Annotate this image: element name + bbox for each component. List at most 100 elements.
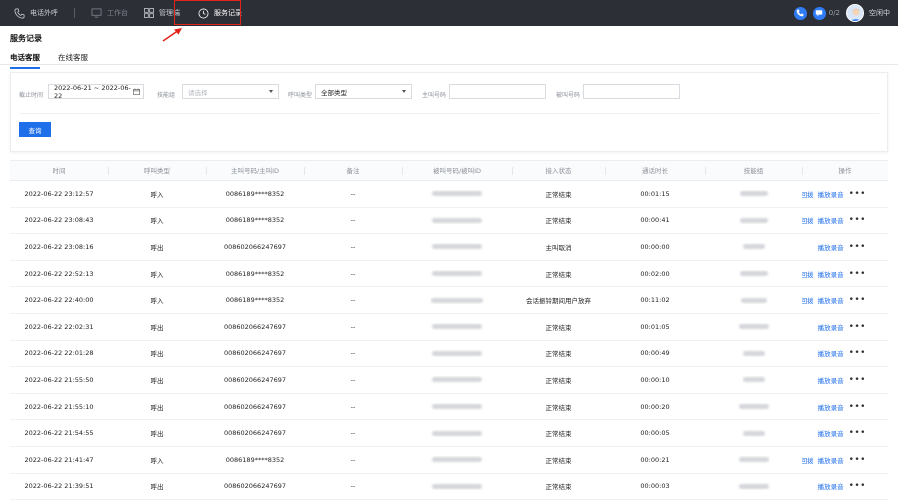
play-recording-link[interactable]: 播放录音 <box>818 402 844 412</box>
cell-actions: 回拨 播放录音 ••• <box>802 215 888 226</box>
cell-callee-redacted <box>402 403 512 411</box>
play-recording-link[interactable]: 播放录音 <box>818 375 844 385</box>
play-recording-link[interactable]: 播放录音 <box>818 481 844 491</box>
play-recording-link[interactable]: 播放录音 <box>818 189 844 199</box>
nav-item-phone-call[interactable]: 电话外呼 <box>0 0 66 26</box>
caller-number-input[interactable] <box>449 84 546 99</box>
redacted-text <box>742 244 765 250</box>
tab-bar: 电话客服 在线客服 <box>10 52 106 69</box>
column-header-skill-group: 技能组 <box>705 161 802 181</box>
cell-access-status: 正常结束 <box>545 217 572 226</box>
redacted-text <box>432 483 482 489</box>
callback-link[interactable]: 回拨 <box>802 269 814 279</box>
cell-duration: 00:00:20 <box>640 402 670 411</box>
more-icon[interactable]: ••• <box>849 189 866 198</box>
play-recording-link[interactable]: 播放录音 <box>818 455 844 465</box>
more-icon[interactable]: ••• <box>849 242 866 251</box>
call-type-select[interactable]: 全部类型 <box>315 84 412 99</box>
column-header-access-status: 接入状态 <box>512 161 605 181</box>
cell-duration: 00:00:03 <box>640 482 670 491</box>
play-recording-link[interactable]: 播放录音 <box>818 322 844 332</box>
redacted-text <box>738 483 769 489</box>
play-recording-link[interactable]: 播放录音 <box>818 269 844 279</box>
cell-caller: 008602066247697 <box>223 322 287 331</box>
skill-group-select[interactable]: 请选择 <box>182 84 279 99</box>
play-recording-link[interactable]: 播放录音 <box>818 428 844 438</box>
cell-caller: 0086189****8352 <box>225 455 285 464</box>
redacted-text <box>739 191 768 197</box>
cell-time: 2022-06-22 23:08:16 <box>24 242 94 251</box>
cell-note: -- <box>350 242 356 251</box>
chevron-down-icon <box>269 90 273 93</box>
cell-time: 2022-06-22 21:54:55 <box>24 429 94 438</box>
cell-caller: 0086189****8352 <box>225 296 285 305</box>
cell-note: -- <box>350 322 356 331</box>
cell-caller: 0086189****8352 <box>225 189 285 198</box>
cell-skill-group-redacted <box>705 456 802 464</box>
play-recording-link[interactable]: 播放录音 <box>818 242 844 252</box>
nav-item-admin[interactable]: 管理端 <box>136 0 188 26</box>
skill-group-placeholder: 请选择 <box>188 88 208 97</box>
cell-actions: 播放录音 ••• <box>802 242 888 252</box>
table-row: 2022-06-22 21:41:47 呼入 0086189****8352 -- 正常… <box>10 447 888 474</box>
cell-access-status: 主叫取消 <box>545 243 572 252</box>
skill-group-label: 技能组 <box>157 92 176 99</box>
cell-actions: 播放录音 ••• <box>802 402 888 412</box>
message-button[interactable] <box>812 6 826 20</box>
more-icon[interactable]: ••• <box>849 429 866 438</box>
nav-separator <box>74 8 75 18</box>
redacted-text <box>431 297 483 303</box>
filter-panel: 截止时间 2022-06-21 ~ 2022-06-22 技能组 请选择 呼叫类… <box>10 72 888 152</box>
message-icon <box>816 10 823 17</box>
cell-call-type: 呼出 <box>150 483 164 492</box>
cell-actions: 回拨 播放录音 ••• <box>802 189 888 199</box>
cell-caller: 008602066247697 <box>223 402 287 411</box>
cell-duration: 00:00:05 <box>640 429 670 438</box>
more-icon[interactable]: ••• <box>849 296 866 305</box>
callee-number-input[interactable] <box>583 84 680 99</box>
tab-phone-service[interactable]: 电话客服 <box>10 52 40 69</box>
agent-status[interactable]: 空闲中 <box>869 8 890 18</box>
nav-item-workbench[interactable]: 工作台 <box>83 0 136 26</box>
more-icon[interactable]: ••• <box>849 349 866 358</box>
callback-link[interactable]: 回拨 <box>802 189 814 199</box>
callback-link[interactable]: 回拨 <box>802 215 814 225</box>
cell-skill-group-redacted <box>705 216 802 224</box>
avatar[interactable] <box>846 4 864 22</box>
query-button[interactable]: 查询 <box>19 122 51 137</box>
redacted-text <box>738 404 769 410</box>
more-icon[interactable]: ••• <box>849 269 866 278</box>
cell-duration: 00:11:02 <box>640 296 670 305</box>
table-row: 2022-06-22 22:01:28 呼出 008602066247697 -- 正常… <box>10 341 888 368</box>
callback-link[interactable]: 回拨 <box>802 455 814 465</box>
cell-access-status: 正常结束 <box>545 483 572 492</box>
cell-duration: 00:00:00 <box>640 242 670 251</box>
cell-call-type: 呼出 <box>150 430 164 439</box>
play-recording-link[interactable]: 播放录音 <box>818 348 844 358</box>
redacted-text <box>742 430 765 436</box>
tab-online-service[interactable]: 在线客服 <box>58 52 88 69</box>
more-icon[interactable]: ••• <box>849 402 866 411</box>
redacted-text <box>432 191 482 197</box>
more-icon[interactable]: ••• <box>849 216 866 225</box>
cell-callee-redacted <box>402 296 512 304</box>
redacted-text <box>432 350 482 356</box>
message-counter: 0/2 <box>828 9 840 17</box>
cell-note: -- <box>350 455 356 464</box>
nav-item-service-records[interactable]: 服务记录 <box>190 0 250 26</box>
more-icon[interactable]: ••• <box>849 482 866 491</box>
cell-note: -- <box>350 189 356 198</box>
callback-link[interactable]: 回拨 <box>802 295 814 305</box>
cell-call-type: 呼入 <box>150 297 164 306</box>
cell-time: 2022-06-22 22:02:31 <box>24 322 94 331</box>
more-icon[interactable]: ••• <box>849 322 866 331</box>
date-range-picker[interactable]: 2022-06-21 ~ 2022-06-22 <box>48 84 144 100</box>
play-recording-link[interactable]: 播放录音 <box>818 215 844 225</box>
nav-label-admin: 管理端 <box>159 9 180 17</box>
more-icon[interactable]: ••• <box>849 375 866 384</box>
play-recording-link[interactable]: 播放录音 <box>818 295 844 305</box>
cell-time: 2022-06-22 21:39:51 <box>24 482 94 491</box>
call-button[interactable] <box>793 6 807 20</box>
more-icon[interactable]: ••• <box>849 455 866 464</box>
cell-call-type: 呼入 <box>150 456 164 465</box>
